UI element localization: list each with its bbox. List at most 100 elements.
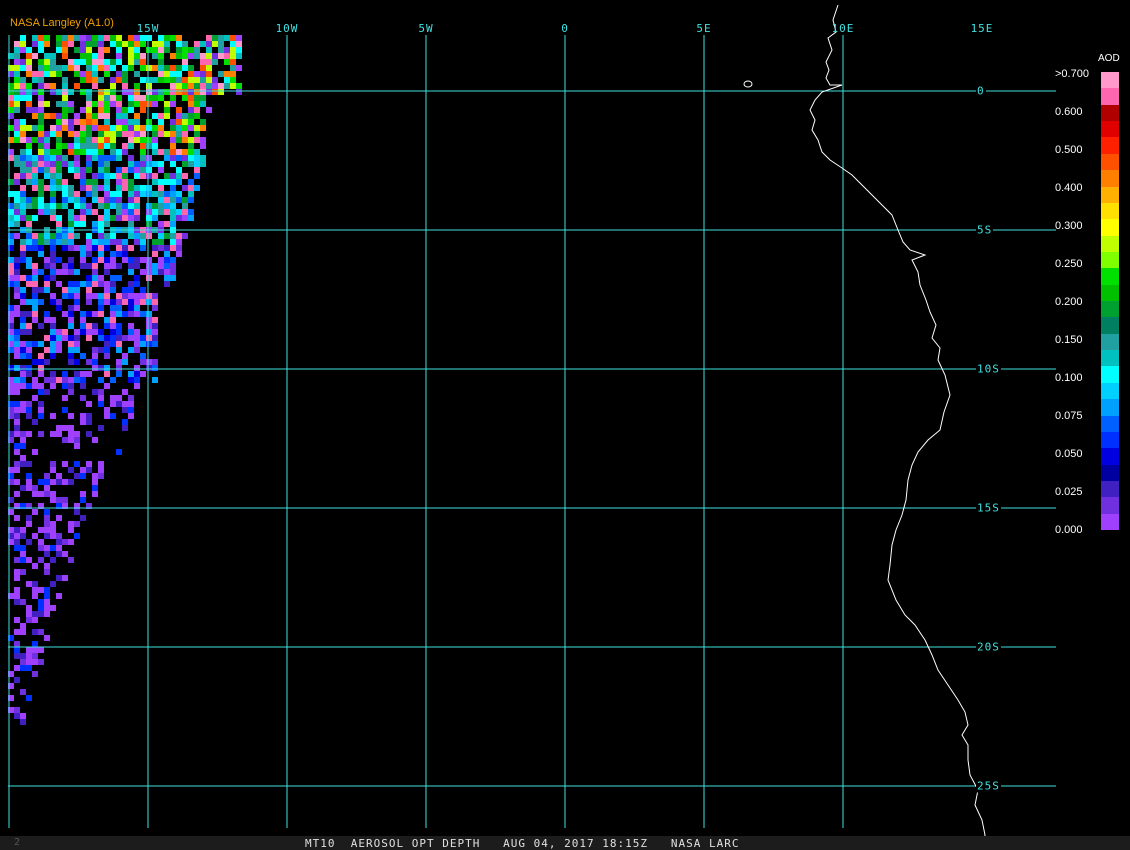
aod-pixel [44,71,50,77]
aod-pixel [104,173,110,179]
aod-pixel [32,275,38,281]
aod-pixel [56,143,62,149]
aod-pixel [20,209,26,215]
aod-pixel [128,107,134,113]
aod-pixel [110,215,116,221]
aod-pixel [134,101,140,107]
aod-pixel [68,341,74,347]
aod-pixel [20,443,26,449]
aod-pixel [92,209,98,215]
aod-pixel [236,65,242,71]
aod-pixel [110,311,116,317]
aod-pixel [122,419,128,425]
aod-pixel [20,185,26,191]
aod-pixel [68,293,74,299]
aod-pixel [38,167,44,173]
aod-pixel [104,335,110,341]
aod-pixel [62,437,68,443]
aod-pixel [218,83,224,89]
aod-pixel [92,155,98,161]
aod-pixel [56,497,62,503]
aod-pixel [38,365,44,371]
aod-pixel [164,35,170,41]
aod-pixel [20,251,26,257]
aod-pixel [74,305,80,311]
aod-pixel [128,155,134,161]
aod-pixel [110,83,116,89]
aod-pixel [26,299,32,305]
aod-pixel [158,203,164,209]
aod-pixel [176,125,182,131]
aod-pixel [32,509,38,515]
aod-pixel [38,611,44,617]
aod-pixel [140,359,146,365]
aod-pixel [62,239,68,245]
aod-pixel [152,89,158,95]
aod-pixel [38,41,44,47]
aod-pixel [86,281,92,287]
aod-pixel [68,305,74,311]
aod-pixel [56,41,62,47]
aod-pixel [86,107,92,113]
aod-pixel [14,587,20,593]
aod-pixel [128,269,134,275]
aod-pixel [86,203,92,209]
aod-pixel [188,65,194,71]
aod-pixel [98,395,104,401]
aod-pixel [146,221,152,227]
aod-pixel [38,647,44,653]
aod-pixel [116,449,122,455]
aod-pixel [98,281,104,287]
aod-pixel [74,281,80,287]
aod-pixel [182,125,188,131]
aod-pixel [188,53,194,59]
aod-pixel [32,485,38,491]
aod-pixel [182,155,188,161]
aod-pixel [38,323,44,329]
aod-pixel [44,113,50,119]
aod-pixel [152,137,158,143]
aod-pixel [26,65,32,71]
aod-pixel [32,341,38,347]
aod-pixel [74,377,80,383]
aod-pixel [56,65,62,71]
aod-pixel [44,377,50,383]
aod-pixel [50,197,56,203]
aod-pixel [98,473,104,479]
aod-pixel [146,215,152,221]
aod-pixel [92,53,98,59]
aod-pixel [104,137,110,143]
aod-pixel [86,401,92,407]
aod-pixel [176,119,182,125]
aod-pixel [218,35,224,41]
aod-pixel [80,317,86,323]
aod-pixel [110,257,116,263]
aod-pixel [158,191,164,197]
aod-pixel [146,119,152,125]
aod-pixel [20,341,26,347]
aod-pixel [50,125,56,131]
aod-pixel [170,89,176,95]
aod-pixel [20,311,26,317]
aod-pixel [134,383,140,389]
aod-pixel [38,389,44,395]
legend-label: 0.200 [1055,296,1083,308]
aod-pixel [224,35,230,41]
aod-pixel [38,197,44,203]
aod-pixel [92,197,98,203]
aod-pixel [146,101,152,107]
aod-pixel [158,41,164,47]
aod-pixel [62,263,68,269]
aod-pixel [20,689,26,695]
aod-pixel [80,323,86,329]
aod-pixel [74,161,80,167]
aod-pixel [38,185,44,191]
aod-pixel [152,101,158,107]
aod-pixel [110,173,116,179]
aod-pixel [80,203,86,209]
aod-pixel [134,371,140,377]
aod-pixel [116,35,122,41]
aod-pixel [140,131,146,137]
aod-pixel [92,353,98,359]
aod-pixel [80,395,86,401]
